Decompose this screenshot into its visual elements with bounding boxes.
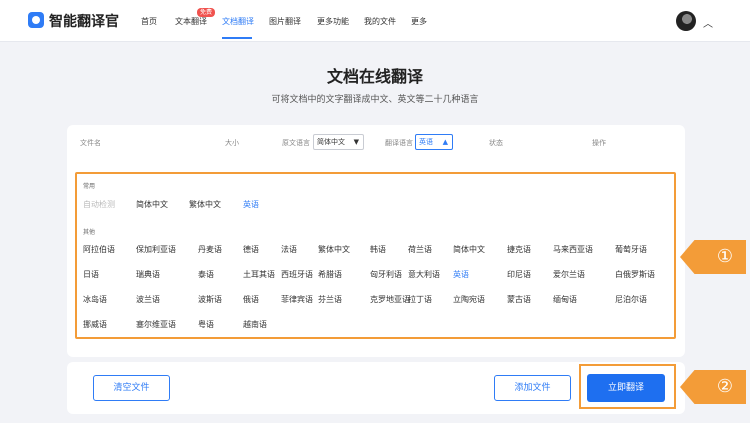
- lang-option[interactable]: 葡萄牙语: [615, 244, 647, 255]
- free-badge: 免费: [197, 8, 216, 17]
- nav-home[interactable]: 首页: [141, 16, 157, 27]
- lang-option[interactable]: 意大利语: [408, 269, 440, 280]
- lang-option[interactable]: 印尼语: [507, 269, 531, 280]
- col-filename: 文件名: [80, 139, 101, 147]
- lang-option[interactable]: 芬兰语: [318, 294, 342, 305]
- lang-option[interactable]: 粤语: [198, 319, 214, 330]
- lang-option[interactable]: 白俄罗斯语: [615, 269, 655, 280]
- app-name[interactable]: 智能翻译官: [49, 11, 119, 31]
- lang-option[interactable]: 繁体中文: [318, 244, 350, 255]
- translate-now-button[interactable]: 立即翻译: [587, 374, 665, 402]
- lang-option[interactable]: 瑞典语: [136, 269, 160, 280]
- caret-down-icon: ▼: [353, 138, 359, 146]
- lang-option[interactable]: 挪威语: [83, 319, 107, 330]
- source-lang-value: 简体中文: [317, 138, 345, 146]
- other-group-label: 其他: [83, 229, 96, 236]
- lang-option[interactable]: 日语: [83, 269, 99, 280]
- top-navbar: 智能翻译官 首页 文本翻译 免费 文档翻译 图片翻译 更多功能 我的文件 更多 …: [0, 0, 750, 42]
- lang-option[interactable]: 匈牙利语: [370, 269, 402, 280]
- lang-option[interactable]: 希腊语: [318, 269, 342, 280]
- col-actions: 操作: [592, 139, 606, 147]
- language-dropdown: [75, 172, 676, 339]
- lang-option[interactable]: 英语: [243, 199, 259, 210]
- lang-option[interactable]: 丹麦语: [198, 244, 222, 255]
- lang-option[interactable]: 西班牙语: [281, 269, 313, 280]
- lang-option[interactable]: 泰语: [198, 269, 214, 280]
- nav-more-features[interactable]: 更多功能: [317, 16, 349, 27]
- lang-option[interactable]: 繁体中文: [189, 199, 221, 210]
- col-target-lang: 翻译语言: [385, 139, 413, 147]
- col-status: 状态: [489, 139, 503, 147]
- lang-option[interactable]: 蒙古语: [507, 294, 531, 305]
- lang-option[interactable]: 爱尔兰语: [553, 269, 585, 280]
- app-logo-icon[interactable]: [28, 12, 44, 28]
- nav-image-translate[interactable]: 图片翻译: [269, 16, 301, 27]
- active-tab-indicator: [222, 37, 252, 39]
- target-lang-select[interactable]: 英语 ▲: [415, 134, 453, 150]
- nav-more[interactable]: 更多: [411, 16, 427, 27]
- lang-option[interactable]: 简体中文: [453, 244, 485, 255]
- lang-option[interactable]: 克罗地亚语: [370, 294, 410, 305]
- lang-option[interactable]: 英语: [453, 269, 469, 280]
- target-lang-value: 英语: [419, 138, 433, 146]
- lang-option[interactable]: 立陶宛语: [453, 294, 485, 305]
- lang-option[interactable]: 波斯语: [198, 294, 222, 305]
- source-lang-select[interactable]: 简体中文 ▼: [313, 134, 364, 150]
- nav-doc-translate[interactable]: 文档翻译: [222, 16, 254, 27]
- lang-option[interactable]: 尼泊尔语: [615, 294, 647, 305]
- lang-option[interactable]: 保加利亚语: [136, 244, 176, 255]
- lang-option[interactable]: 越南语: [243, 319, 267, 330]
- lang-option[interactable]: 波兰语: [136, 294, 160, 305]
- lang-option[interactable]: 拉丁语: [408, 294, 432, 305]
- lang-option[interactable]: 土耳其语: [243, 269, 275, 280]
- caret-up-icon: ▲: [442, 138, 448, 146]
- nav-my-files[interactable]: 我的文件: [364, 16, 396, 27]
- avatar[interactable]: [676, 11, 696, 31]
- lang-option[interactable]: 阿拉伯语: [83, 244, 115, 255]
- step-marker-1: ①: [680, 240, 746, 274]
- lang-option[interactable]: 马来西亚语: [553, 244, 593, 255]
- step-marker-2: ②: [680, 370, 746, 404]
- clear-files-button[interactable]: 清空文件: [93, 375, 170, 401]
- lang-option[interactable]: 韩语: [370, 244, 386, 255]
- page-title: 文档在线翻译: [326, 67, 423, 86]
- chevron-up-icon[interactable]: ︿: [703, 15, 713, 30]
- col-source-lang: 原文语言: [282, 139, 310, 147]
- add-file-button[interactable]: 添加文件: [494, 375, 571, 401]
- lang-option[interactable]: 缅甸语: [553, 294, 577, 305]
- lang-option[interactable]: 冰岛语: [83, 294, 107, 305]
- lang-option[interactable]: 简体中文: [136, 199, 168, 210]
- page-subtitle: 可将文档中的文字翻译成中文、英文等二十几种语言: [271, 95, 479, 105]
- lang-option[interactable]: 俄语: [243, 294, 259, 305]
- lang-option: 自动检测: [83, 200, 115, 209]
- lang-option[interactable]: 捷克语: [507, 244, 531, 255]
- nav-text-translate[interactable]: 文本翻译: [175, 16, 207, 27]
- lang-option[interactable]: 菲律宾语: [281, 294, 313, 305]
- col-size: 大小: [225, 139, 239, 147]
- lang-option[interactable]: 德语: [243, 244, 259, 255]
- lang-option[interactable]: 法语: [281, 244, 297, 255]
- common-group-label: 常用: [83, 183, 96, 190]
- lang-option[interactable]: 塞尔维亚语: [136, 319, 176, 330]
- lang-option[interactable]: 荷兰语: [408, 244, 432, 255]
